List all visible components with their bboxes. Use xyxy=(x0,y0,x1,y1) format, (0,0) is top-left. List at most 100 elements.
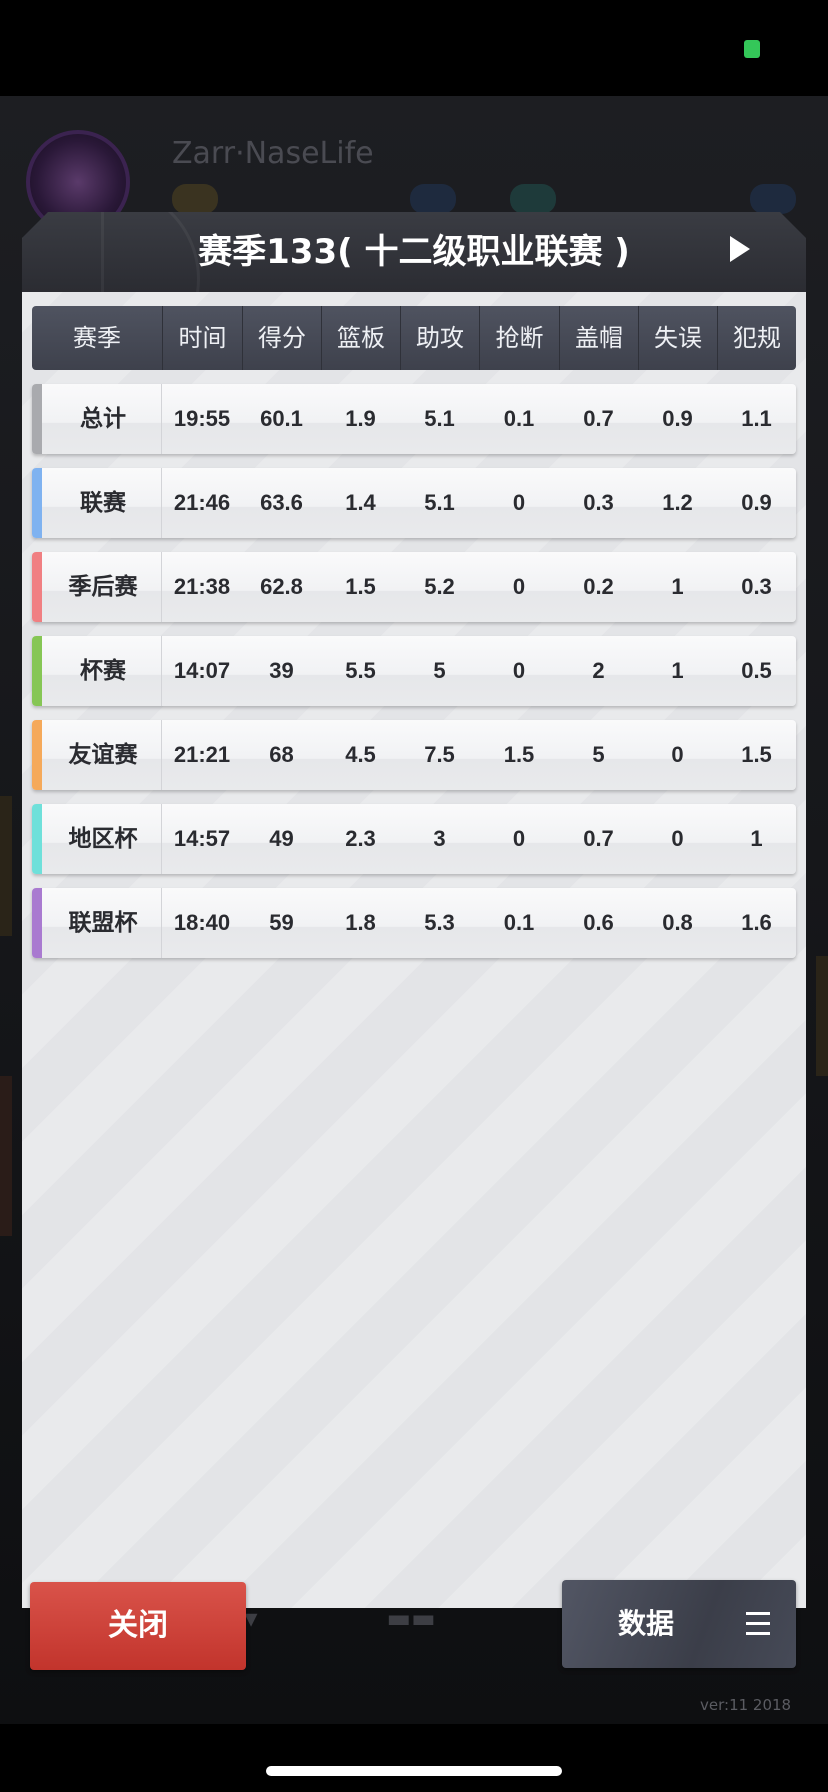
row-stat-cell: 5 xyxy=(433,658,446,683)
row-stat-cell: 2.3 xyxy=(345,826,376,851)
gem-icon xyxy=(510,184,556,214)
side-panel-right xyxy=(816,956,828,1076)
table-row[interactable]: 杯赛 14:07 39 5.5 5 0 2 1 0.5 xyxy=(32,636,796,706)
row-stat-cell: 1.5 xyxy=(741,742,772,767)
row-stat-cell: 1.9 xyxy=(345,406,376,431)
header-assists: 助攻 xyxy=(400,306,479,370)
row-category: 联赛 xyxy=(80,490,126,516)
header-turnovers: 失误 xyxy=(638,306,717,370)
dialog-header: 赛季133( 十二级职业联赛 ) xyxy=(22,212,806,292)
coin-icon xyxy=(172,184,218,214)
status-indicator-icon xyxy=(744,40,760,58)
row-stat-cell: 63.6 xyxy=(260,490,303,515)
row-stat-cell: 1.2 xyxy=(662,490,693,515)
close-button[interactable]: 关闭 xyxy=(30,1582,246,1670)
row-stat-cell: 1.5 xyxy=(503,742,535,767)
row-stat-cell: 1.4 xyxy=(345,490,376,515)
row-category: 友谊赛 xyxy=(68,742,138,768)
row-stat-cell: 0.9 xyxy=(741,490,772,515)
background-player-name: Zarr·NaseLife xyxy=(172,136,374,171)
version-label: ver:11 2018 xyxy=(700,1696,792,1714)
row-stat-cell: 1.5 xyxy=(345,574,376,599)
row-stat-cell: 0 xyxy=(512,658,526,683)
row-stat-cell: 21:21 xyxy=(173,742,231,767)
home-indicator[interactable] xyxy=(266,1766,562,1776)
row-stat-cell: 0 xyxy=(512,574,526,599)
row-stat-cell: 5.1 xyxy=(424,406,455,431)
row-stat-cell: 0 xyxy=(512,490,526,515)
row-stat-cell: 59 xyxy=(269,910,294,935)
row-category: 杯赛 xyxy=(80,658,126,684)
table-row[interactable]: 友谊赛 21:21 68 4.5 7.5 1.5 5 0 1.5 xyxy=(32,720,796,790)
row-stat-cell: 4.5 xyxy=(345,742,376,767)
row-stat-cell: 14:57 xyxy=(173,826,231,851)
row-stat-cell: 49 xyxy=(269,826,294,851)
table-row[interactable]: 联赛 21:46 63.6 1.4 5.1 0 0.3 1.2 0.9 xyxy=(32,468,796,538)
header-season: 赛季 xyxy=(73,324,121,352)
row-stat-cell: 0.3 xyxy=(583,490,614,515)
row-stat-cell: 0.1 xyxy=(503,406,535,431)
status-bar xyxy=(0,0,828,96)
row-stat-cell: 1 xyxy=(671,658,684,683)
data-button-label: 数据 xyxy=(618,1607,675,1640)
row-stat-cell: 0.1 xyxy=(503,910,535,935)
row-stat-cell: 3 xyxy=(433,826,446,851)
row-stat-cell: 5.3 xyxy=(424,910,455,935)
row-stat-cell: 1.1 xyxy=(741,406,772,431)
side-panel-left-lower xyxy=(0,1076,12,1236)
row-stat-cell: 21:38 xyxy=(173,574,231,599)
close-button-label: 关闭 xyxy=(108,1608,168,1643)
row-category: 总计 xyxy=(80,406,126,432)
header-steals: 抢断 xyxy=(479,306,559,370)
table-row[interactable]: 地区杯 14:57 49 2.3 3 0 0.7 0 1 xyxy=(32,804,796,874)
menu-lines-icon xyxy=(746,1612,770,1636)
row-stat-cell: 5.2 xyxy=(424,574,455,599)
row-stat-cell: 5.1 xyxy=(424,490,455,515)
row-stat-cell: 0.6 xyxy=(583,910,614,935)
row-stat-cell: 0 xyxy=(671,826,684,851)
row-stat-cell: 7.5 xyxy=(424,742,455,767)
row-stat-cell: 19:55 xyxy=(173,406,231,431)
row-stat-cell: 0.5 xyxy=(741,658,772,683)
table-row[interactable]: 总计 19:55 60.1 1.9 5.1 0.1 0.7 0.9 1.1 xyxy=(32,384,796,454)
table-row[interactable]: 联盟杯 18:40 59 1.8 5.3 0.1 0.6 0.8 1.6 xyxy=(32,888,796,958)
row-stat-cell: 0.9 xyxy=(662,406,693,431)
table-row[interactable]: 季后赛 21:38 62.8 1.5 5.2 0 0.2 1 0.3 xyxy=(32,552,796,622)
row-stat-cell: 62.8 xyxy=(260,574,303,599)
header-points: 得分 xyxy=(242,306,321,370)
dialog-title: 赛季133( 十二级职业联赛 ) xyxy=(198,232,630,272)
stats-table-header: 赛季 时间 得分 篮板 助攻 抢断 盖帽 失误 犯规 xyxy=(32,306,796,370)
side-panel-left xyxy=(0,796,12,936)
header-time: 时间 xyxy=(162,306,242,370)
row-stat-cell: 1.6 xyxy=(741,910,772,935)
row-category: 地区杯 xyxy=(68,826,138,852)
header-rebounds: 篮板 xyxy=(321,306,400,370)
row-stat-cell: 21:46 xyxy=(173,490,231,515)
row-stat-cell: 0.2 xyxy=(583,574,614,599)
row-stat-cell: 0 xyxy=(671,742,684,767)
row-stat-cell: 0.3 xyxy=(741,574,772,599)
row-stat-cell: 1.8 xyxy=(345,910,376,935)
row-stat-cell: 2 xyxy=(592,658,605,683)
header-blocks: 盖帽 xyxy=(559,306,638,370)
row-category: 联盟杯 xyxy=(68,910,138,936)
row-stat-cell: 14:07 xyxy=(173,658,231,683)
row-category: 季后赛 xyxy=(68,574,138,600)
row-stat-cell: 68 xyxy=(269,742,294,767)
season-stats-dialog: 赛季133( 十二级职业联赛 ) 赛季 时间 得分 篮板 助攻 抢断 盖帽 失误… xyxy=(22,212,806,1670)
play-arrow-icon[interactable] xyxy=(730,236,750,262)
bg-tab-3: ▬▬ xyxy=(386,1604,436,1634)
header-fouls: 犯规 xyxy=(717,306,796,370)
currency-icon xyxy=(410,184,456,214)
row-stat-cell: 0.8 xyxy=(662,910,693,935)
row-stat-cell: 1 xyxy=(750,826,763,851)
add-icon xyxy=(750,184,796,214)
row-stat-cell: 60.1 xyxy=(260,406,303,431)
row-stat-cell: 39 xyxy=(269,658,294,683)
row-stat-cell: 5.5 xyxy=(345,658,376,683)
row-stat-cell: 0.7 xyxy=(583,826,614,851)
row-stat-cell: 0 xyxy=(512,826,526,851)
data-button[interactable]: 数据 xyxy=(562,1580,796,1668)
row-stat-cell: 0.7 xyxy=(583,406,614,431)
row-stat-cell: 18:40 xyxy=(173,910,231,935)
